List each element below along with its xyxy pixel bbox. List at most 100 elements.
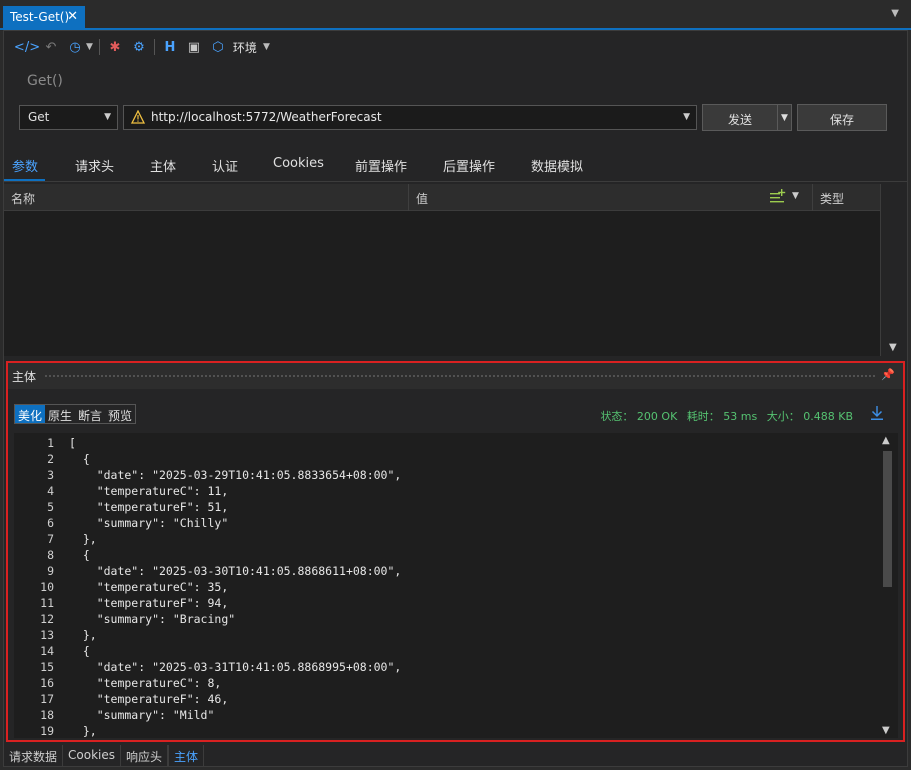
- bug-icon[interactable]: ✱: [106, 38, 124, 56]
- code-line: "date": "2025-03-29T10:41:05.8833654+08:…: [69, 468, 402, 482]
- undo-icon[interactable]: ↶: [42, 38, 60, 56]
- tab-raw[interactable]: 原生: [45, 405, 75, 423]
- save-button[interactable]: 保存: [797, 104, 887, 131]
- tab-params[interactable]: 参数: [12, 156, 38, 175]
- close-icon[interactable]: ✕: [67, 9, 78, 24]
- code-line: "temperatureC": 35,: [69, 580, 229, 594]
- tab-pretty[interactable]: 美化: [15, 405, 46, 423]
- chevron-down-icon[interactable]: ▼: [891, 8, 899, 19]
- scroll-up-icon[interactable]: ▲: [882, 435, 890, 446]
- bottom-tabs: 请求数据 Cookies 响应头 主体: [4, 745, 205, 767]
- column-name: 名称: [11, 192, 36, 206]
- response-status-line: 状态： 200 OK 耗时： 53 ms 大小： 0.488 KB: [594, 408, 853, 424]
- code-line: "temperatureC": 11,: [69, 484, 229, 498]
- tab-cookies[interactable]: Cookies: [273, 156, 324, 171]
- code-line: },: [69, 532, 97, 546]
- tab-request-data[interactable]: 请求数据: [4, 745, 64, 767]
- history-icon[interactable]: ◷: [66, 38, 84, 56]
- code-line: "temperatureC": 8,: [69, 676, 222, 690]
- code-line: "temperatureF": 51,: [69, 500, 229, 514]
- toolbar-separator: [98, 39, 100, 55]
- document-tab[interactable]: Test-Get() ✕: [3, 6, 85, 30]
- chevron-down-icon[interactable]: ▼: [792, 191, 799, 201]
- code-line: "date": "2025-03-30T10:41:05.8868611+08:…: [69, 564, 402, 578]
- code-line: "summary": "Mild": [69, 708, 215, 722]
- params-grid-body[interactable]: [4, 211, 880, 356]
- line-number: 17: [40, 692, 54, 706]
- line-number: 18: [40, 708, 54, 722]
- module-icon[interactable]: ⬡: [209, 38, 227, 56]
- warning-icon: [131, 110, 145, 124]
- toolbar-separator: [153, 39, 155, 55]
- code-line: {: [69, 644, 90, 658]
- code-line: },: [69, 724, 97, 738]
- request-tabs: 参数 请求头 主体 认证 Cookies 前置操作 后置操作 数据模拟: [4, 150, 907, 182]
- scrollbar-thumb[interactable]: [883, 451, 892, 587]
- code-line: [: [69, 436, 76, 450]
- tab-headers[interactable]: 请求头: [75, 156, 114, 175]
- chevron-down-icon[interactable]: ▼: [263, 42, 270, 52]
- code-line: "date": "2025-03-31T10:41:05.8868995+08:…: [69, 660, 402, 674]
- response-time: 耗时： 53 ms: [686, 410, 758, 423]
- send-button[interactable]: 发送: [702, 104, 778, 131]
- line-number: 11: [40, 596, 54, 610]
- pin-icon[interactable]: 📌: [881, 368, 895, 381]
- response-scrollbar[interactable]: ▲ ▼: [876, 433, 898, 738]
- gear-icon[interactable]: ⚙: [130, 38, 148, 56]
- tab-response-body[interactable]: 主体: [168, 745, 205, 767]
- response-panel-header: 主体 📌: [8, 363, 903, 389]
- method-select[interactable]: Get ▼: [19, 105, 118, 130]
- response-size: 大小： 0.488 KB: [766, 410, 853, 423]
- response-view-tabs: 美化 原生 断言 预览: [14, 404, 137, 424]
- line-number: 4: [47, 484, 54, 498]
- line-number: 12: [40, 612, 54, 626]
- method-value: Get: [28, 110, 50, 124]
- request-name[interactable]: Get(): [27, 73, 63, 89]
- add-param-icon[interactable]: [769, 188, 787, 204]
- line-number: 15: [40, 660, 54, 674]
- environment-label[interactable]: 环境: [233, 39, 257, 56]
- tab-body[interactable]: 主体: [150, 156, 176, 175]
- params-scrollbar[interactable]: ▼: [880, 184, 906, 356]
- send-options-button[interactable]: ▼: [777, 104, 792, 131]
- heading-icon[interactable]: H: [161, 38, 179, 56]
- chevron-down-icon[interactable]: ▼: [683, 112, 690, 122]
- tab-auth[interactable]: 认证: [212, 156, 238, 175]
- response-body-editor[interactable]: 1 [2 {3 "date": "2025-03-29T10:41:05.8833…: [14, 433, 876, 738]
- line-number: 14: [40, 644, 54, 658]
- tab-mock-data[interactable]: 数据模拟: [531, 156, 583, 175]
- code-line: {: [69, 452, 90, 466]
- url-value: http://localhost:5772/WeatherForecast: [151, 110, 382, 124]
- tab-response-headers[interactable]: 响应头: [121, 745, 169, 767]
- line-number: 16: [40, 676, 54, 690]
- scroll-down-icon[interactable]: ▼: [889, 342, 897, 353]
- download-icon[interactable]: [870, 405, 884, 421]
- active-tab-indicator: [4, 179, 45, 181]
- code-line: },: [69, 628, 97, 642]
- response-panel: 主体 📌 美化 原生 断言 预览 状态： 200 OK 耗时： 53 ms 大小…: [6, 361, 905, 742]
- line-number: 10: [40, 580, 54, 594]
- column-divider: [812, 184, 813, 211]
- tab-preview[interactable]: 预览: [105, 405, 135, 423]
- toolbar: </> ↶ ◷ ▼ ✱ ⚙ H ▣ ⬡ 环境 ▼: [14, 37, 270, 57]
- document-tab-title: Test-Get(): [10, 10, 70, 24]
- column-type: 类型: [820, 192, 845, 206]
- line-number: 6: [47, 516, 54, 530]
- tab-post-request[interactable]: 后置操作: [443, 156, 495, 175]
- code-icon[interactable]: </>: [14, 38, 40, 56]
- tab-assert[interactable]: 断言: [75, 405, 105, 423]
- code-line: "summary": "Bracing": [69, 612, 236, 626]
- url-input[interactable]: http://localhost:5772/WeatherForecast ▼: [123, 105, 697, 130]
- chevron-down-icon: ▼: [104, 112, 111, 122]
- line-number: 13: [40, 628, 54, 642]
- panel-drag-handle[interactable]: [44, 374, 876, 379]
- params-grid-header: 名称 值 ▼ 类型: [4, 184, 880, 211]
- chevron-down-icon[interactable]: ▼: [86, 42, 93, 52]
- scroll-down-icon[interactable]: ▼: [882, 725, 890, 736]
- form-icon[interactable]: ▣: [185, 38, 203, 56]
- tab-pre-request[interactable]: 前置操作: [355, 156, 407, 175]
- line-number: 5: [47, 500, 54, 514]
- status-code: 状态： 200 OK: [600, 410, 678, 423]
- line-number: 9: [47, 564, 54, 578]
- tab-response-cookies[interactable]: Cookies: [63, 745, 121, 767]
